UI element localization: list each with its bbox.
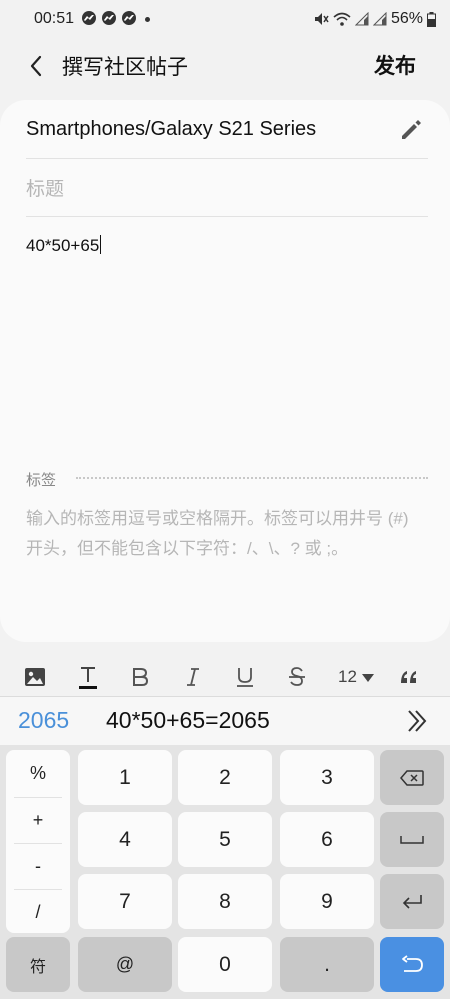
text-style-button[interactable] <box>71 662 105 692</box>
key-5[interactable]: 5 <box>178 812 272 867</box>
newline-key[interactable] <box>380 874 444 929</box>
font-size-selector[interactable]: 12 <box>338 667 374 687</box>
category-selector[interactable]: Smartphones/Galaxy S21 Series <box>26 118 316 141</box>
notification-dot-icon <box>145 17 150 22</box>
space-key[interactable] <box>380 812 444 867</box>
signal-icon <box>354 12 369 26</box>
symbols-key[interactable]: 符 <box>6 937 70 992</box>
image-icon <box>25 668 45 686</box>
back-button[interactable] <box>18 48 54 84</box>
key-8[interactable]: 8 <box>178 874 272 929</box>
backspace-key[interactable] <box>380 750 444 805</box>
key-slash[interactable]: / <box>6 890 70 935</box>
category-row[interactable]: Smartphones/Galaxy S21 Series <box>26 100 428 159</box>
symbol-column: % + - / <box>6 750 70 933</box>
key-minus[interactable]: - <box>6 844 70 889</box>
app-header: 撰写社区帖子 发布 <box>0 38 450 90</box>
bold-button[interactable] <box>123 662 157 692</box>
battery-percent: 56% <box>390 10 423 27</box>
wifi-icon <box>333 12 351 26</box>
key-3[interactable]: 3 <box>280 750 374 805</box>
enter-key[interactable] <box>380 937 444 992</box>
mute-icon <box>314 13 329 25</box>
tags-input-line[interactable] <box>76 477 428 479</box>
status-time: 00:51 <box>34 10 75 27</box>
key-9[interactable]: 9 <box>280 874 374 929</box>
publish-button[interactable]: 发布 <box>374 50 416 80</box>
calc-result-suggestion[interactable]: 2065 <box>18 707 69 734</box>
at-key[interactable]: @ <box>78 937 172 992</box>
italic-button[interactable] <box>176 662 210 692</box>
back-arrow-icon <box>30 55 42 77</box>
key-6[interactable]: 6 <box>280 812 374 867</box>
calculator-suggestion-bar: 2065 40*50+65=2065 <box>0 697 450 745</box>
expand-chevron-icon[interactable] <box>404 707 430 735</box>
text-style-icon <box>79 667 97 689</box>
messenger-icon <box>122 11 136 25</box>
strikethrough-icon <box>289 667 305 686</box>
key-4[interactable]: 4 <box>78 812 172 867</box>
underline-icon <box>237 668 253 687</box>
post-editor-card: Smartphones/Galaxy S21 Series 标题 40*50+6… <box>0 100 450 642</box>
edit-pencil-icon[interactable] <box>398 116 424 142</box>
key-plus[interactable]: + <box>6 798 70 843</box>
battery-icon <box>427 11 436 27</box>
insert-image-button[interactable] <box>18 662 52 692</box>
page-title: 撰写社区帖子 <box>62 56 188 79</box>
dot-key[interactable]: . <box>280 937 374 992</box>
bold-icon <box>133 668 149 686</box>
key-0[interactable]: 0 <box>178 937 272 992</box>
status-right: 56% <box>313 10 436 28</box>
tags-hint: 输入的标签用逗号或空格隔开。标签可以用井号 (#) 开头，但不能包含以下字符：/… <box>26 509 409 558</box>
messenger-icon <box>102 11 116 25</box>
tags-label: 标签 <box>26 472 57 489</box>
status-bar: 00:51 56% <box>0 0 450 38</box>
key-percent[interactable]: % <box>6 751 70 796</box>
dropdown-arrow-icon <box>361 674 374 682</box>
post-body-input[interactable]: 40*50+65 <box>26 235 102 256</box>
key-1[interactable]: 1 <box>78 750 172 805</box>
newline-icon <box>402 894 422 909</box>
title-input-placeholder[interactable]: 标题 <box>26 174 64 201</box>
italic-icon <box>187 668 199 686</box>
strikethrough-button[interactable] <box>280 662 314 692</box>
backspace-icon <box>400 769 424 786</box>
space-icon <box>400 835 424 844</box>
quote-button[interactable] <box>392 662 426 692</box>
underline-button[interactable] <box>228 662 262 692</box>
undo-enter-icon <box>402 954 423 972</box>
key-2[interactable]: 2 <box>178 750 272 805</box>
signal-icon <box>372 12 387 26</box>
numeric-keyboard: % + - / 1 2 3 4 5 6 7 8 9 符 @ 0 . <box>0 745 450 999</box>
title-field[interactable]: 标题 <box>26 158 428 217</box>
calc-expression-suggestion[interactable]: 40*50+65=2065 <box>106 707 270 734</box>
key-7[interactable]: 7 <box>78 874 172 929</box>
format-toolbar: 12 <box>0 658 450 697</box>
post-body-text: 40*50+65 <box>26 236 100 255</box>
messenger-icon <box>82 11 96 25</box>
font-size-value: 12 <box>338 667 357 686</box>
text-cursor <box>100 235 102 254</box>
quote-icon <box>401 671 416 683</box>
